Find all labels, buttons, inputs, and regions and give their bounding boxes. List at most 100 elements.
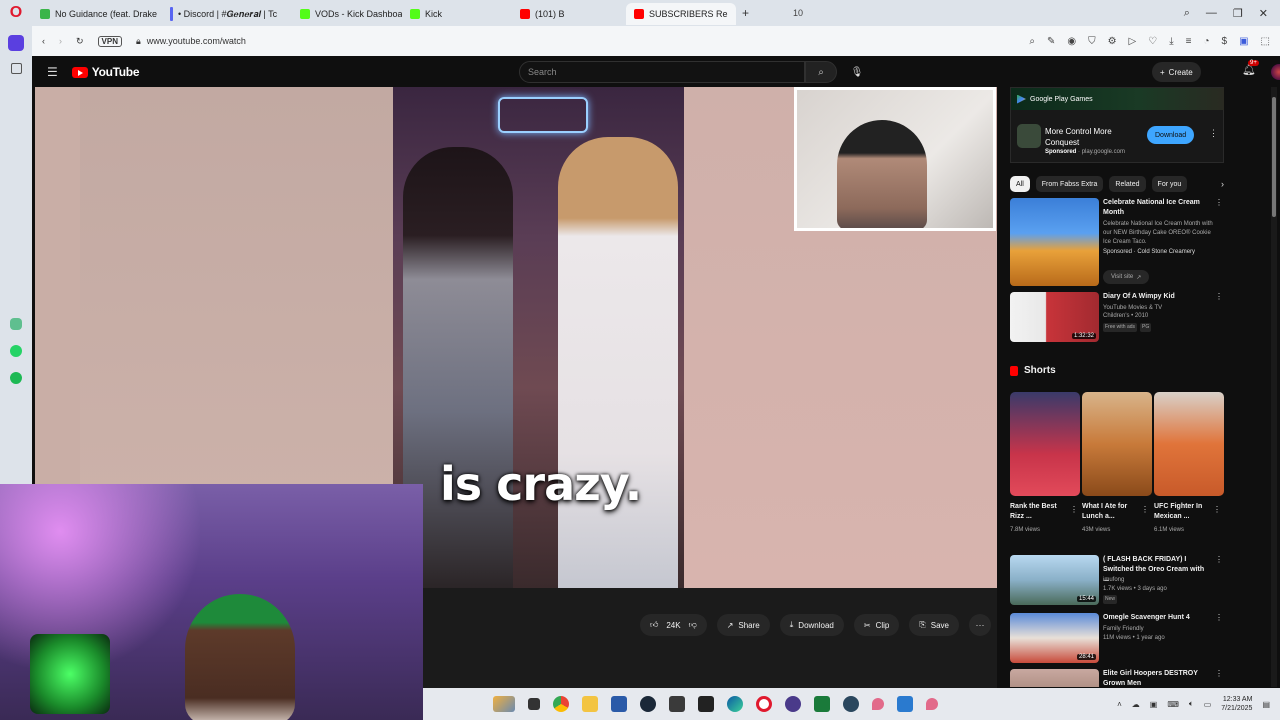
download-button[interactable]: ⤓ Download xyxy=(779,614,844,636)
edge-icon[interactable] xyxy=(727,696,743,712)
spotify-icon[interactable] xyxy=(10,372,22,384)
settings-icon[interactable]: ⚙ xyxy=(1108,36,1117,47)
tab-youtube-active[interactable]: SUBSCRIBERS Re xyxy=(626,3,736,25)
app-icon[interactable] xyxy=(785,696,801,712)
sidebar-app-icon[interactable] xyxy=(10,318,22,330)
search-button[interactable]: ⌕ xyxy=(805,61,837,83)
whatsapp-icon[interactable] xyxy=(10,345,22,357)
more-options-icon[interactable]: ⋮ xyxy=(1215,669,1223,678)
chip-for-you[interactable]: For you xyxy=(1151,176,1188,192)
app-icon[interactable] xyxy=(814,696,830,712)
profile-icon[interactable]: ◔ xyxy=(1203,36,1209,47)
more-options-icon[interactable]: ⋮ xyxy=(1215,292,1223,301)
extensions-icon[interactable]: ⬚ xyxy=(1261,36,1270,47)
avatar[interactable] xyxy=(1271,64,1280,80)
forward-icon[interactable]: › xyxy=(59,36,62,46)
tab-no-guidance[interactable]: No Guidance (feat. Drake xyxy=(32,3,162,25)
more-options-icon[interactable]: ⋮ xyxy=(1070,505,1078,514)
opera-logo-icon[interactable]: O xyxy=(0,0,32,26)
maximize-icon[interactable]: ❐ xyxy=(1233,7,1243,20)
map-pin-icon[interactable] xyxy=(872,698,884,710)
thumbs-down-icon[interactable]: 👎︎ xyxy=(689,620,697,630)
terminal-icon[interactable] xyxy=(698,696,714,712)
more-options-icon[interactable]: ⋮ xyxy=(1209,128,1218,139)
chevron-right-icon[interactable]: › xyxy=(1221,179,1224,189)
minimize-icon[interactable]: — xyxy=(1206,7,1217,19)
search-tabs-icon[interactable]: ⌕ xyxy=(1184,7,1190,20)
share-button[interactable]: ↗ Share xyxy=(716,614,770,636)
vpn-badge[interactable]: VPN xyxy=(97,35,122,47)
short-title[interactable]: UFC Fighter In Mexican ... xyxy=(1154,502,1214,522)
save-button[interactable]: ⎘ Save xyxy=(909,614,959,636)
menu-icon[interactable]: ≡ xyxy=(1186,36,1192,47)
reload-icon[interactable]: ↻ xyxy=(76,36,84,47)
camera-icon[interactable]: ◉ xyxy=(1067,36,1076,47)
create-button[interactable]: + Create xyxy=(1152,62,1201,82)
tab-discord[interactable]: • Discord | #𝑮𝒆𝒏𝒆𝒓𝒂𝒍 | Tc xyxy=(162,3,292,25)
list-item[interactable]: Elite Girl Hoopers DESTROY Grown Men ⋮ xyxy=(1010,669,1224,687)
chip-related[interactable]: Related xyxy=(1109,176,1146,192)
short-title[interactable]: Rank the Best Rizz ... xyxy=(1010,502,1070,522)
clock[interactable]: 12:33 AM 7/21/2025 xyxy=(1221,695,1252,713)
visit-site-button[interactable]: Visit site ↗ xyxy=(1103,270,1150,284)
youtube-logo[interactable]: YouTube xyxy=(71,65,140,79)
play-icon[interactable]: ▷ xyxy=(1129,36,1137,47)
list-item[interactable]: 1:32:32 Diary Of A Wimpy Kid YouTube Mov… xyxy=(1010,292,1224,344)
close-icon[interactable]: ✕ xyxy=(1259,7,1268,20)
steam-icon[interactable] xyxy=(640,696,656,712)
back-icon[interactable]: ‹ xyxy=(42,36,45,46)
app-tray-icon[interactable]: ▣ xyxy=(1150,700,1158,709)
search-input[interactable]: Search xyxy=(519,61,805,83)
steam-icon[interactable] xyxy=(843,696,859,712)
list-item[interactable]: 28:41 Omegle Scavenger Hunt 4 Family Fri… xyxy=(1010,613,1224,665)
notification-center-icon[interactable]: ▤ xyxy=(1262,700,1270,709)
edit-icon[interactable]: ✎ xyxy=(1047,36,1055,47)
aria-icon[interactable] xyxy=(8,35,24,51)
chip-all[interactable]: All xyxy=(1010,176,1030,192)
thumbs-up-icon[interactable]: 👍︎ xyxy=(650,620,658,630)
new-tab-button[interactable]: + xyxy=(742,6,749,20)
app-icon[interactable] xyxy=(669,696,685,712)
chip-from-fabss-extra[interactable]: From Fabss Extra xyxy=(1035,176,1104,192)
file-explorer-icon[interactable] xyxy=(582,696,598,712)
short-thumbnail[interactable] xyxy=(1154,392,1224,496)
opera-icon[interactable] xyxy=(756,696,772,712)
find-icon[interactable]: ⌕ xyxy=(1029,36,1035,47)
more-options-icon[interactable]: ⋮ xyxy=(1141,505,1149,514)
wallet-icon[interactable]: $ xyxy=(1222,36,1228,47)
app-icon[interactable] xyxy=(611,696,627,712)
clip-button[interactable]: ✂ Clip xyxy=(853,614,900,636)
app-icon[interactable] xyxy=(897,696,913,712)
adblock-icon[interactable]: ⛉ xyxy=(1088,36,1096,47)
short-title[interactable]: What I Ate for Lunch a... xyxy=(1082,502,1142,522)
download-icon[interactable]: ⤓ xyxy=(1169,36,1173,47)
network-icon[interactable]: ⌨ xyxy=(1167,700,1179,709)
more-options-icon[interactable]: ⋮ xyxy=(1215,555,1223,564)
tab-count[interactable]: 10 xyxy=(793,8,803,18)
weather-icon[interactable] xyxy=(493,696,515,712)
chevron-up-icon[interactable]: ˄ xyxy=(1117,700,1122,709)
tab-youtube-1[interactable]: (101) B xyxy=(512,3,626,25)
more-actions-button[interactable]: ··· xyxy=(969,614,991,636)
tab-kick-dashboard[interactable]: VODs - Kick Dashboard xyxy=(292,3,402,25)
page-scrollbar[interactable] xyxy=(1271,87,1277,687)
home-icon[interactable] xyxy=(11,63,22,74)
task-view-icon[interactable] xyxy=(528,698,540,710)
heart-icon[interactable]: ♡ xyxy=(1148,36,1157,47)
scrollbar-thumb[interactable] xyxy=(1272,97,1276,217)
like-dislike-button[interactable]: 👍︎ 24K 👎︎ xyxy=(639,614,707,636)
notifications-button[interactable]: 🔔︎ 9+ xyxy=(1242,60,1259,76)
voice-search-button[interactable]: 🎙︎ xyxy=(847,62,867,82)
url-field[interactable]: www.youtube.com/watch xyxy=(147,36,246,46)
ad-download-button[interactable]: Download xyxy=(1147,126,1195,144)
more-options-icon[interactable]: ⋮ xyxy=(1213,505,1221,514)
sponsored-ad-card[interactable]: Google Play Games More Control More Conq… xyxy=(1010,87,1224,163)
speaker-icon[interactable]: 🔈︎ xyxy=(1189,699,1194,709)
chrome-icon[interactable] xyxy=(553,696,569,712)
short-thumbnail[interactable] xyxy=(1082,392,1152,496)
short-thumbnail[interactable] xyxy=(1010,392,1080,496)
list-item[interactable]: 15:44 ( FLASH BACK FRIDAY) I Switched th… xyxy=(1010,555,1224,607)
battery-icon[interactable]: ▭ xyxy=(1204,700,1212,709)
extension-icon[interactable]: ▣ xyxy=(1239,36,1248,47)
tab-kick[interactable]: Kick xyxy=(402,3,512,25)
